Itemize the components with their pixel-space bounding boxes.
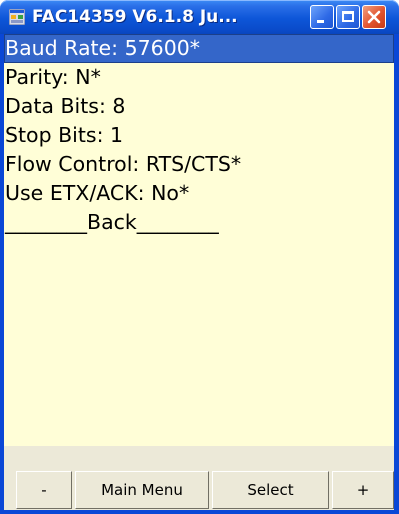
softkey-bar: - Main Menu Select + [4,470,394,510]
close-button[interactable] [362,5,386,29]
main-menu-button[interactable]: Main Menu [75,471,209,509]
select-button[interactable]: Select [212,471,329,509]
minimize-button[interactable] [310,5,334,29]
maximize-button[interactable] [336,5,360,29]
menu-item-back[interactable]: ________Back________ [4,208,394,237]
app-window: FAC14359 V6.1.8 Ju... Baud Rate: 57600* … [0,0,399,514]
menu-item-data-bits[interactable]: Data Bits: 8 [4,92,394,121]
menu-item-parity[interactable]: Parity: N* [4,63,394,92]
menu-item-baud-rate[interactable]: Baud Rate: 57600* [4,34,394,63]
menu-item-flow-control[interactable]: Flow Control: RTS/CTS* [4,150,394,179]
maximize-icon [342,11,354,22]
menu-item-stop-bits[interactable]: Stop Bits: 1 [4,121,394,150]
menu-item-use-etx-ack[interactable]: Use ETX/ACK: No* [4,179,394,208]
close-icon [367,10,381,24]
minus-button[interactable]: - [16,471,72,509]
settings-menu: Baud Rate: 57600* Parity: N* Data Bits: … [4,34,394,237]
status-strip [4,446,394,470]
minimize-icon [317,20,324,23]
app-icon [9,9,25,25]
client-area: Baud Rate: 57600* Parity: N* Data Bits: … [4,34,394,510]
plus-button[interactable]: + [332,471,394,509]
title-bar[interactable]: FAC14359 V6.1.8 Ju... [0,0,399,34]
window-title: FAC14359 V6.1.8 Ju... [32,7,238,27]
